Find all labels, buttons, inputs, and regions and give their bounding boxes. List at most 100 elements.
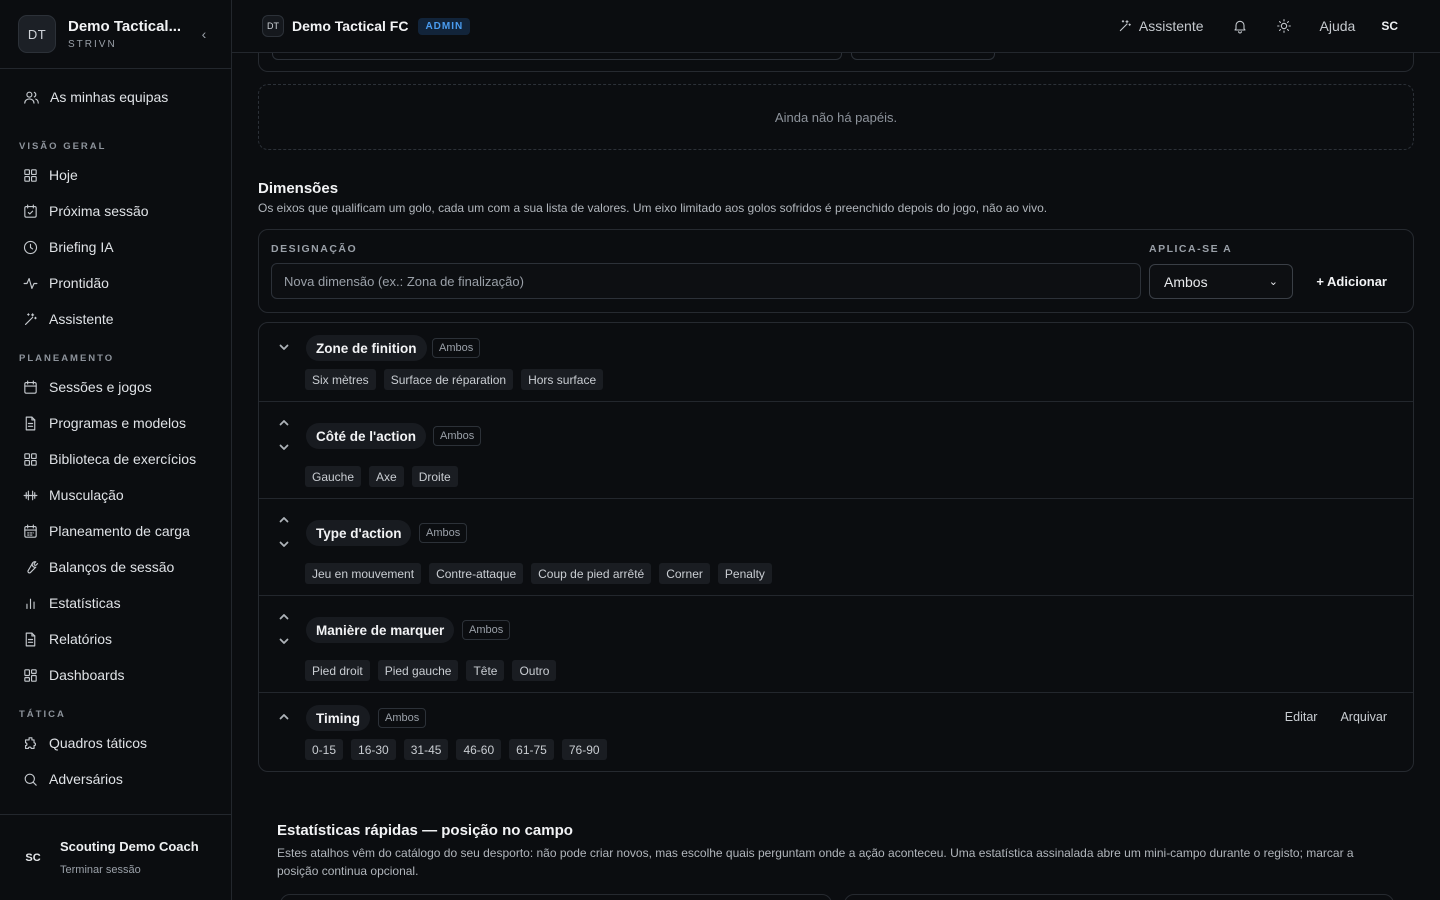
- sidebar-item-today[interactable]: Hoje: [0, 157, 231, 193]
- sidebar-item-label: Prontidão: [49, 275, 109, 291]
- sidebar-item-label: Dashboards: [49, 667, 125, 683]
- sun-icon: [1276, 18, 1292, 34]
- logout-link[interactable]: Terminar sessão: [60, 864, 199, 876]
- add-dimension-form: DESIGNAÇÃO APLICA-SE A Ambos ⌄ + Adicion…: [258, 229, 1414, 313]
- team-name: Demo Tactical...: [68, 18, 182, 35]
- grid-icon: [21, 166, 39, 184]
- dimension-values: Six mètres Surface de réparation Hors su…: [305, 369, 604, 390]
- dimension-row: Timing Ambos Editar Arquivar 0-15 16-30 …: [259, 693, 1413, 771]
- sidebar-item-label: Planeamento de carga: [49, 523, 190, 539]
- sidebar-item-statistics[interactable]: Estatísticas: [0, 585, 231, 621]
- dimension-scope-badge: Ambos: [419, 523, 468, 543]
- assistant-label: Assistente: [1138, 18, 1204, 34]
- sidebar-item-next-session[interactable]: Próxima sessão: [0, 193, 231, 229]
- sidebar-item-readiness[interactable]: Prontidão: [0, 265, 231, 301]
- move-down-chevron-icon[interactable]: [277, 340, 291, 358]
- roles-empty-state: Ainda não há papéis.: [258, 84, 1414, 150]
- designation-label: DESIGNAÇÃO: [271, 243, 358, 255]
- sidebar-item-strength[interactable]: Musculação: [0, 477, 231, 513]
- value-chip: Hors surface: [521, 369, 604, 390]
- edit-button[interactable]: Editar: [1285, 710, 1318, 724]
- value-chip: Gauche: [305, 466, 362, 487]
- dimension-name: Manière de marquer: [306, 617, 455, 643]
- value-chip: Pied droit: [305, 660, 370, 681]
- move-down-chevron-icon[interactable]: [277, 440, 291, 458]
- sidebar: DT Demo Tactical... STRIVN ‹ As minhas e…: [0, 0, 232, 900]
- sidebar-item-label: Musculação: [49, 487, 124, 503]
- sidebar-item-dashboards[interactable]: Dashboards: [0, 657, 231, 693]
- dimension-name: Côté de l'action: [306, 423, 426, 449]
- value-chip: 61-75: [509, 739, 554, 760]
- sparkles-icon: [1117, 18, 1133, 34]
- dimension-scope-badge: Ambos: [378, 708, 427, 728]
- sidebar-item-label: Sessões e jogos: [49, 379, 152, 395]
- bell-icon: [1232, 18, 1248, 34]
- sidebar-item-label: Hoje: [49, 167, 78, 183]
- user-menu-avatar[interactable]: SC: [1369, 19, 1410, 33]
- sidebar-item-opponents[interactable]: Adversários: [0, 761, 231, 797]
- sidebar-item-assistant[interactable]: Assistente: [0, 301, 231, 337]
- value-chip: Pied gauche: [377, 660, 459, 681]
- move-down-chevron-icon[interactable]: [277, 634, 291, 652]
- team-avatar: DT: [18, 15, 56, 53]
- main-content: DT Demo Tactical FC ADMIN Assistente Aju…: [232, 0, 1440, 900]
- page-team-title: Demo Tactical FC: [292, 18, 409, 34]
- sidebar-item-label: Biblioteca de exercícios: [49, 451, 197, 467]
- applies-to-select[interactable]: Ambos ⌄: [1149, 264, 1293, 299]
- collapse-sidebar-chevron-left-icon[interactable]: ‹: [195, 26, 213, 42]
- value-chip: Droite: [411, 466, 458, 487]
- team-org: STRIVN: [68, 39, 117, 50]
- notifications-button[interactable]: [1218, 10, 1262, 42]
- chevron-down-icon: ⌄: [1268, 276, 1278, 288]
- sidebar-item-tactical-boards[interactable]: Quadros táticos: [0, 725, 231, 761]
- sidebar-item-session-reviews[interactable]: Balanços de sessão: [0, 549, 231, 585]
- sidebar-item-ai-briefing[interactable]: Briefing IA: [0, 229, 231, 265]
- move-down-chevron-icon[interactable]: [277, 537, 291, 555]
- my-teams-link[interactable]: As minhas equipas: [0, 69, 231, 125]
- sidebar-item-load-planning[interactable]: Planeamento de carga: [0, 513, 231, 549]
- dimension-values: Pied droit Pied gauche Tête Outro: [305, 660, 557, 681]
- calendar-icon: [21, 378, 39, 396]
- sidebar-item-label: Briefing IA: [49, 239, 114, 255]
- users-icon: [22, 88, 40, 106]
- theme-toggle-button[interactable]: [1262, 10, 1306, 42]
- archive-button[interactable]: Arquivar: [1340, 710, 1387, 724]
- dimension-values: Gauche Axe Droite: [305, 466, 458, 487]
- move-up-chevron-icon[interactable]: [277, 513, 291, 531]
- applies-to-label: APLICA-SE A: [1149, 243, 1233, 255]
- dumbbell-icon: [21, 486, 39, 504]
- sidebar-item-label: Balanços de sessão: [49, 559, 175, 575]
- grid-icon: [21, 450, 39, 468]
- help-button[interactable]: Ajuda: [1306, 10, 1370, 42]
- sidebar-item-label: Assistente: [49, 311, 114, 327]
- move-up-chevron-icon[interactable]: [277, 610, 291, 628]
- dimensions-list: Zone de finition Ambos Six mètres Surfac…: [258, 322, 1414, 772]
- value-chip: Coup de pied arrêté: [531, 563, 652, 584]
- add-dimension-button[interactable]: + Adicionar: [1302, 264, 1401, 299]
- value-chip: Jeu en mouvement: [305, 563, 422, 584]
- sidebar-item-reports[interactable]: Relatórios: [0, 621, 231, 657]
- sidebar-item-programs[interactable]: Programas e modelos: [0, 405, 231, 441]
- team-switcher[interactable]: DT Demo Tactical... STRIVN ‹: [0, 0, 231, 69]
- sidebar-item-exercise-library[interactable]: Biblioteca de exercícios: [0, 441, 231, 477]
- sidebar-item-label: Programas e modelos: [49, 415, 186, 431]
- sidebar-item-sessions-games[interactable]: Sessões e jogos: [0, 369, 231, 405]
- sidebar-item-label: Estatísticas: [49, 595, 121, 611]
- sidebar-item-label: Adversários: [49, 771, 123, 787]
- dimension-row: Type d'action Ambos Jeu en mouvement Con…: [259, 499, 1413, 596]
- my-teams-label: As minhas equipas: [50, 89, 169, 105]
- quick-stat-card[interactable]: [844, 894, 1394, 900]
- dimension-values: 0-15 16-30 31-45 46-60 61-75 76-90: [305, 739, 607, 760]
- bar-chart-icon: [21, 594, 39, 612]
- quick-stat-card[interactable]: [280, 894, 832, 900]
- calendar-check-icon: [21, 202, 39, 220]
- document-icon: [21, 414, 39, 432]
- value-chip: 76-90: [561, 739, 607, 760]
- section-tactics: TÁTICA: [19, 708, 66, 720]
- dimension-row: Côté de l'action Ambos Gauche Axe Droite: [259, 402, 1413, 499]
- move-up-chevron-icon[interactable]: [277, 416, 291, 434]
- dimension-name-input[interactable]: [271, 263, 1141, 299]
- move-up-chevron-icon[interactable]: [277, 710, 291, 728]
- assistant-button[interactable]: Assistente: [1103, 10, 1218, 42]
- quick-stats-title: Estatísticas rápidas — posição no campo: [277, 822, 573, 839]
